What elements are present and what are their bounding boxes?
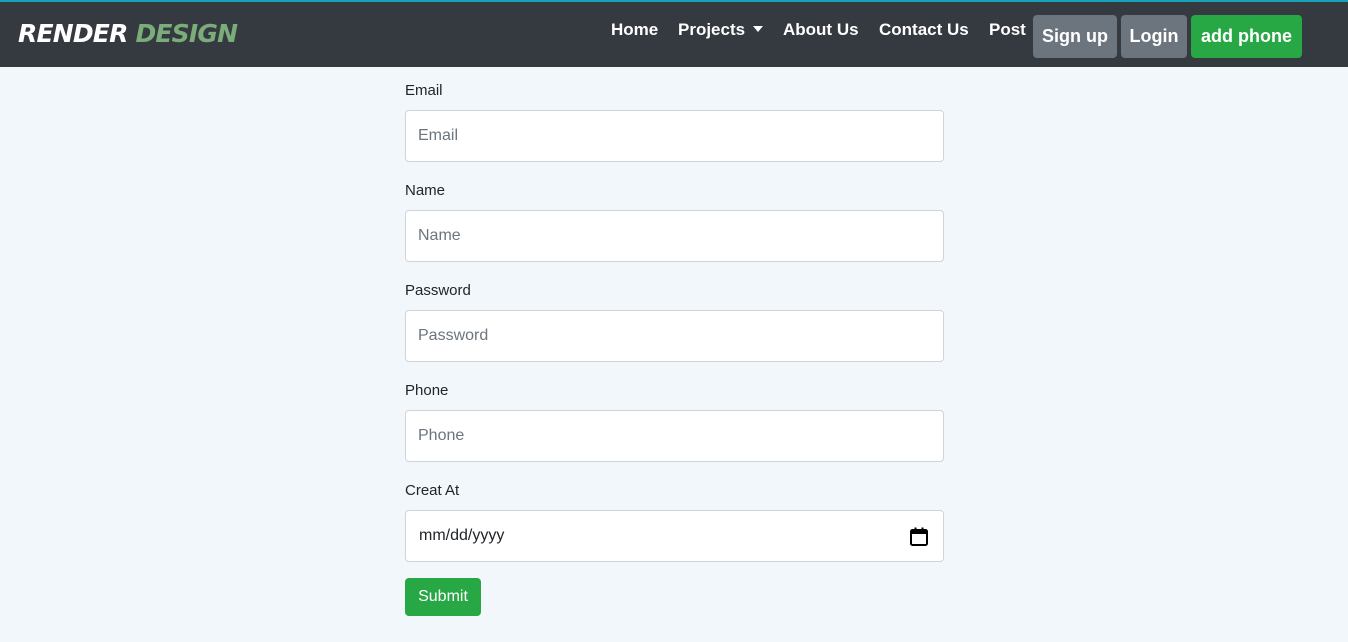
name-label: Name — [405, 182, 446, 199]
nav-dropdown-projects[interactable]: Projects — [678, 14, 764, 46]
signup-button[interactable]: Sign up — [1033, 15, 1117, 58]
phone-label: Phone — [405, 382, 449, 399]
nav-link-about-us[interactable]: About Us — [783, 14, 859, 46]
password-label: Password — [405, 282, 471, 299]
email-label: Email — [405, 82, 443, 99]
login-button[interactable]: Login — [1121, 15, 1187, 58]
caret-down-icon — [753, 25, 764, 32]
top-navbar: RENDER DESIGN Home Projects About Us Con… — [0, 0, 1348, 67]
add-phone-button[interactable]: add phone — [1191, 15, 1302, 58]
password-field[interactable] — [405, 310, 944, 362]
nav-dropdown-projects-label: Projects — [678, 20, 746, 39]
created-at-label: Creat At — [405, 482, 460, 499]
submit-button[interactable]: Submit — [405, 578, 481, 616]
date-placeholder: mm/dd/yyyy — [419, 527, 505, 544]
brand-logo[interactable]: RENDER DESIGN — [18, 19, 238, 49]
nav-link-post[interactable]: Post — [989, 14, 1026, 46]
calendar-icon[interactable] — [910, 527, 928, 546]
created-at-date-field[interactable]: mm/dd/yyyy — [405, 510, 944, 562]
brand-name-part1: RENDER — [18, 19, 128, 48]
phone-field[interactable] — [405, 410, 944, 462]
nav-link-home[interactable]: Home — [611, 14, 658, 46]
brand-name-part2: DESIGN — [135, 19, 238, 48]
email-field[interactable] — [405, 110, 944, 162]
name-field[interactable] — [405, 210, 944, 262]
nav-link-contact-us[interactable]: Contact Us — [879, 14, 969, 46]
